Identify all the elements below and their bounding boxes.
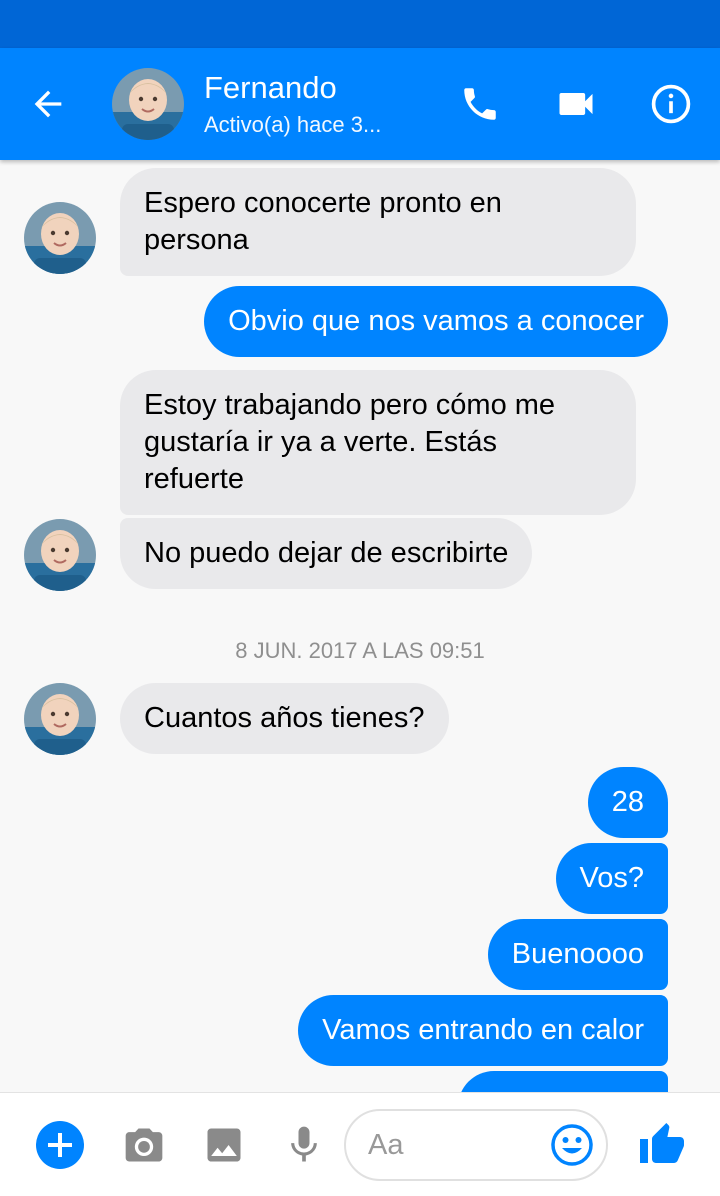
message-timestamp: 8 JUN. 2017 A LAS 09:51 (235, 638, 485, 663)
phone-icon[interactable] (454, 78, 506, 130)
outgoing-message[interactable]: Vamos entrando en calor (298, 995, 668, 1066)
incoming-message[interactable]: Cuantos años tienes? (120, 683, 449, 754)
outgoing-message[interactable]: Vos? (555, 843, 668, 914)
microphone-icon[interactable] (276, 1117, 332, 1173)
message-line: refuerte (144, 463, 244, 495)
outgoing-message-partial[interactable] (458, 1071, 668, 1092)
video-camera-icon[interactable] (550, 78, 602, 130)
conversation-header: Fernando Activo(a) hace 3... (0, 48, 720, 160)
back-arrow-icon[interactable] (22, 78, 74, 130)
status-bar (0, 0, 720, 48)
message-line: gustaría ir ya a verte. Estás (144, 426, 497, 458)
message-input-box[interactable] (344, 1109, 608, 1181)
sender-avatar[interactable] (24, 683, 96, 755)
incoming-message[interactable]: Espero conocerte pronto en persona (120, 168, 636, 276)
outgoing-message[interactable]: 28 (587, 767, 668, 838)
contact-name[interactable]: Fernando (204, 70, 337, 106)
message-line: Espero conocerte pronto en (144, 187, 502, 219)
incoming-message[interactable]: Estoy trabajando pero cómo me gustaría i… (120, 370, 636, 515)
info-icon[interactable] (645, 78, 697, 130)
thumbs-up-icon[interactable] (634, 1117, 690, 1173)
plus-icon[interactable] (32, 1117, 88, 1173)
sender-avatar[interactable] (24, 519, 96, 591)
outgoing-message[interactable]: Buenoooo (487, 919, 668, 990)
contact-avatar[interactable] (112, 68, 184, 140)
sender-avatar[interactable] (24, 202, 96, 274)
emoji-icon[interactable] (550, 1123, 594, 1167)
image-icon[interactable] (196, 1117, 252, 1173)
message-line: persona (144, 224, 249, 256)
message-input[interactable] (368, 1125, 548, 1165)
camera-icon[interactable] (116, 1117, 172, 1173)
message-line: Estoy trabajando pero cómo me (144, 389, 556, 421)
incoming-message[interactable]: No puedo dejar de escribirte (120, 518, 533, 589)
message-thread[interactable]: Espero conocerte pronto en persona Obvio… (0, 160, 720, 1092)
outgoing-message[interactable]: Obvio que nos vamos a conocer (204, 286, 668, 357)
contact-status: Activo(a) hace 3... (204, 112, 382, 137)
message-composer (0, 1092, 720, 1196)
